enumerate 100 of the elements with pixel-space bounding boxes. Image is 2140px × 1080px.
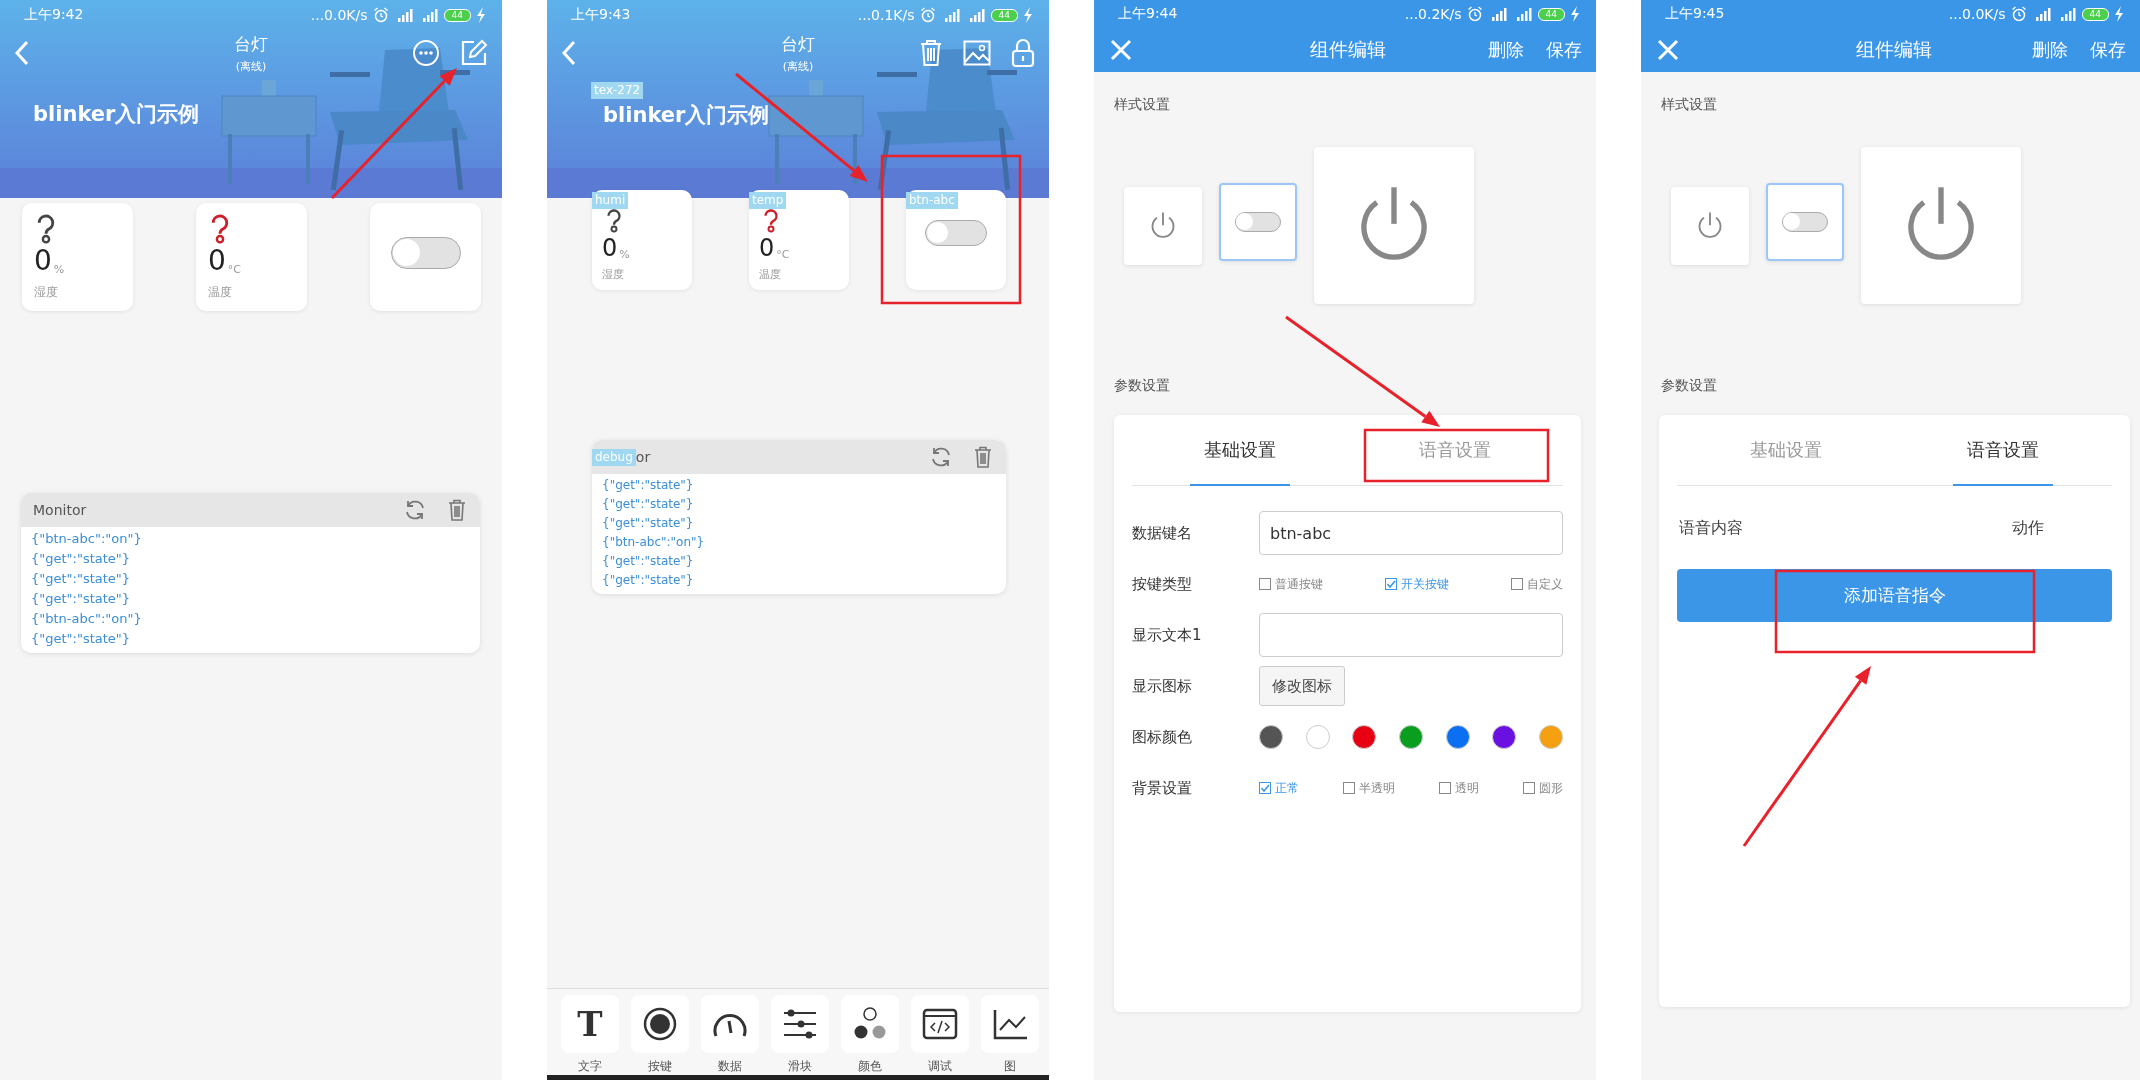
data-unit: %: [53, 263, 65, 276]
toggle-icon: [1782, 211, 1828, 232]
tab[interactable]: 语音设置: [1894, 415, 2112, 485]
banner-text: blinker入门示例: [33, 102, 200, 126]
component-tag: temp: [749, 192, 787, 209]
tab[interactable]: 基础设置: [1132, 415, 1348, 485]
log-line: {"btn-abc":"on"}: [602, 534, 706, 551]
checkbox[interactable]: [1523, 782, 1535, 794]
component-tag: debug: [592, 448, 636, 466]
column-header: 语音内容: [1679, 518, 1743, 539]
data-value: 0: [602, 235, 618, 261]
style-option[interactable]: [1861, 147, 2021, 304]
color-swatch[interactable]: [1445, 725, 1470, 749]
data-value: 0: [208, 246, 226, 276]
refresh-icon[interactable]: [930, 446, 952, 468]
tool-label: 文字: [578, 1058, 602, 1075]
charging-icon: [2114, 6, 2124, 22]
log-line: {"get":"state"}: [31, 630, 132, 648]
toggle-switch[interactable]: [925, 220, 987, 246]
banner-text: blinker入门示例: [603, 102, 770, 129]
change-icon-button[interactable]: 修改图标: [1259, 666, 1345, 706]
monitor-title: or: [635, 449, 652, 465]
line-chart-icon: [992, 1008, 1028, 1040]
tool-label: 按键: [648, 1058, 672, 1075]
device-title: 台灯: [234, 32, 268, 56]
widget-tool-button[interactable]: [981, 995, 1039, 1053]
color-swatch[interactable]: [1305, 725, 1330, 749]
data-unit: °C: [776, 248, 790, 261]
color-swatch[interactable]: [1538, 725, 1563, 749]
field-label: 显示文本1: [1132, 625, 1203, 645]
lock-icon[interactable]: [1011, 38, 1035, 68]
section-title: 样式设置: [1661, 96, 1718, 114]
trash-icon[interactable]: [448, 499, 466, 521]
style-option[interactable]: [1219, 182, 1297, 261]
data-label: 湿度: [602, 267, 624, 282]
input-field[interactable]: btn-abc: [1259, 511, 1563, 555]
style-option[interactable]: [1314, 147, 1474, 304]
checkbox[interactable]: [1259, 578, 1271, 590]
alarm-clock-icon: [1466, 6, 1483, 22]
checkbox[interactable]: [1439, 782, 1451, 794]
checkbox[interactable]: [1385, 578, 1397, 590]
charging-icon: [1570, 6, 1580, 22]
field-label: 背景设置: [1132, 778, 1193, 798]
record-icon: [642, 1006, 678, 1042]
option-label: 半透明: [1359, 779, 1395, 797]
back-icon[interactable]: [14, 40, 30, 66]
back-icon[interactable]: [561, 40, 577, 66]
data-value: 0: [759, 235, 775, 261]
checkbox[interactable]: [1511, 578, 1523, 590]
close-icon[interactable]: [1110, 39, 1132, 61]
data-card[interactable]: temp 0°C 温度: [749, 190, 849, 290]
field-label: 数据键名: [1132, 523, 1193, 543]
field-label: 图标颜色: [1132, 727, 1193, 747]
checkbox[interactable]: [1343, 782, 1355, 794]
charging-icon: [1023, 7, 1033, 23]
data-card[interactable]: 0°C 温度: [196, 203, 307, 311]
sliders-icon: [781, 1008, 819, 1040]
close-icon[interactable]: [1657, 39, 1679, 61]
alarm-clock-icon: [372, 7, 389, 23]
refresh-icon[interactable]: [404, 499, 426, 521]
option-label: 普通按键: [1275, 575, 1323, 593]
more-icon[interactable]: [412, 39, 440, 67]
status-time: 上午9:42: [24, 6, 84, 24]
charging-icon: [476, 7, 486, 23]
battery-indicator: 44: [2081, 7, 2109, 21]
data-card[interactable]: 0% 湿度: [22, 203, 133, 311]
data-label: 湿度: [34, 284, 58, 301]
option-label: 圆形: [1539, 779, 1563, 797]
widget-tool-button[interactable]: [841, 995, 899, 1053]
input-field[interactable]: [1259, 613, 1563, 657]
data-unit: %: [619, 248, 630, 261]
data-unit: °C: [227, 263, 241, 276]
page-title: 组件编辑: [1310, 37, 1386, 62]
widget-tool-button[interactable]: [771, 995, 829, 1053]
checkbox[interactable]: [1259, 782, 1271, 794]
image-icon[interactable]: [963, 40, 991, 66]
edit-icon[interactable]: [460, 39, 488, 67]
toggle-icon: [1235, 211, 1281, 232]
style-option[interactable]: [1766, 182, 1844, 261]
color-swatch[interactable]: [1352, 725, 1377, 749]
section-title: 参数设置: [1661, 377, 1718, 395]
widget-tool-button[interactable]: [911, 995, 969, 1053]
log-line: {"get":"state"}: [602, 553, 695, 570]
color-swatch[interactable]: [1398, 725, 1423, 749]
device-status: (离线): [782, 58, 814, 74]
color-swatch[interactable]: [1259, 725, 1283, 749]
widget-tool-button[interactable]: [631, 995, 689, 1053]
switch-card[interactable]: [370, 203, 481, 311]
color-swatch[interactable]: [1492, 725, 1517, 749]
log-line: {"btn-abc":"on"}: [31, 610, 143, 628]
data-card[interactable]: humi 0% 湿度: [592, 190, 692, 290]
toggle-switch[interactable]: [390, 237, 461, 269]
tool-label: 滑块: [788, 1058, 812, 1075]
column-header: 动作: [2012, 518, 2044, 539]
trash-icon[interactable]: [974, 446, 992, 468]
widget-tool-button[interactable]: T: [561, 995, 619, 1053]
widget-tool-button[interactable]: [701, 995, 759, 1053]
code-window-icon: [922, 1008, 958, 1040]
log-line: {"get":"state"}: [602, 496, 695, 513]
tool-label: 图: [1004, 1058, 1016, 1075]
